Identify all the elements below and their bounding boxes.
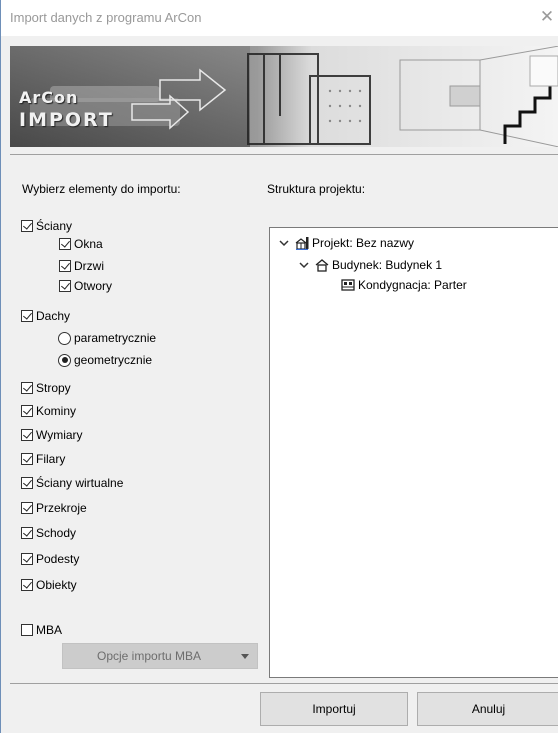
checkbox-objects[interactable]: Obiekty <box>21 578 77 592</box>
tree-node-project[interactable]: Projekt: Bez nazwy <box>279 236 414 250</box>
project-icon <box>295 237 309 250</box>
checkbox-windows-box[interactable] <box>59 238 71 250</box>
checkbox-landings-label: Podesty <box>36 552 80 566</box>
chevron-down-icon[interactable] <box>299 260 309 270</box>
checkbox-mba-box[interactable] <box>21 624 33 636</box>
radio-parametric-circle[interactable] <box>58 331 71 345</box>
checkbox-walls-box[interactable] <box>21 220 33 232</box>
arcon-banner-image: ArCon IMPORT <box>10 46 558 147</box>
checkbox-openings-box[interactable] <box>59 280 71 292</box>
right-panel-heading: Struktura projektu: <box>267 182 366 196</box>
logo-line-import: IMPORT <box>19 109 114 131</box>
left-panel-heading: Wybierz elementy do importu: <box>22 182 181 196</box>
chevron-down-icon[interactable] <box>279 238 289 248</box>
checkbox-objects-box[interactable] <box>21 579 33 591</box>
checkbox-dimensions[interactable]: Wymiary <box>21 428 83 442</box>
tree-node-floor-label: Kondygnacja: Parter <box>358 278 467 292</box>
checkbox-chimneys[interactable]: Kominy <box>21 404 76 418</box>
checkbox-sections-box[interactable] <box>21 502 33 514</box>
checkbox-pillars-box[interactable] <box>21 453 33 465</box>
chevron-down-icon <box>241 654 249 659</box>
checkbox-windows[interactable]: Okna <box>59 237 103 251</box>
checkbox-mba[interactable]: MBA <box>21 623 62 637</box>
logo-line-arcon: ArCon <box>19 88 79 107</box>
title-bar: Import danych z programu ArCon ✕ <box>1 0 558 36</box>
checkbox-sections-label: Przekroje <box>36 501 87 515</box>
checkbox-virtual-walls[interactable]: Ściany wirtualne <box>21 476 123 490</box>
checkbox-ceilings[interactable]: Stropy <box>21 381 71 395</box>
mba-options-dropdown[interactable]: Opcje importu MBA <box>62 643 258 669</box>
tree-node-project-label: Projekt: Bez nazwy <box>312 236 415 250</box>
checkbox-landings[interactable]: Podesty <box>21 552 79 566</box>
tree-node-building[interactable]: Budynek: Budynek 1 <box>299 258 442 272</box>
checkbox-openings-label: Otwory <box>74 279 113 293</box>
building-icon <box>315 259 329 272</box>
radio-parametric-label: parametrycznie <box>74 331 157 345</box>
arcon-import-logo: ArCon IMPORT <box>19 88 114 131</box>
import-dialog: Import danych z programu ArCon ✕ ArCon I… <box>0 0 558 733</box>
checkbox-walls-label: Ściany <box>36 219 73 233</box>
checkbox-objects-label: Obiekty <box>36 578 77 592</box>
project-structure-tree[interactable]: Projekt: Bez nazwy Budynek: Budynek 1 Ko… <box>269 227 558 678</box>
close-icon[interactable]: ✕ <box>537 7 557 27</box>
checkbox-pillars-label: Filary <box>36 452 66 466</box>
checkbox-landings-box[interactable] <box>21 553 33 565</box>
import-button[interactable]: Importuj <box>260 692 408 726</box>
checkbox-virtual-walls-label: Ściany wirtualne <box>36 476 124 490</box>
window-title: Import danych z programu ArCon <box>10 10 202 25</box>
checkbox-mba-label: MBA <box>36 623 63 637</box>
checkbox-roofs[interactable]: Dachy <box>21 309 70 323</box>
cancel-button[interactable]: Anuluj <box>417 692 558 726</box>
checkbox-stairs-box[interactable] <box>21 527 33 539</box>
checkbox-virtual-walls-box[interactable] <box>21 477 33 489</box>
checkbox-roofs-label: Dachy <box>36 309 71 323</box>
radio-parametric[interactable]: parametrycznie <box>58 331 156 345</box>
checkbox-ceilings-box[interactable] <box>21 382 33 394</box>
radio-geometric-label: geometrycznie <box>74 353 153 367</box>
checkbox-doors-box[interactable] <box>59 260 71 272</box>
checkbox-ceilings-label: Stropy <box>36 381 71 395</box>
checkbox-openings[interactable]: Otwory <box>59 279 112 293</box>
checkbox-chimneys-label: Kominy <box>36 404 77 418</box>
checkbox-windows-label: Okna <box>74 237 103 251</box>
checkbox-chimneys-box[interactable] <box>21 405 33 417</box>
tree-node-building-label: Budynek: Budynek 1 <box>332 258 443 272</box>
radio-geometric[interactable]: geometrycznie <box>58 353 152 367</box>
checkbox-stairs-label: Schody <box>36 526 77 540</box>
checkbox-roofs-box[interactable] <box>21 310 33 322</box>
floor-icon <box>341 279 355 291</box>
checkbox-dimensions-box[interactable] <box>21 429 33 441</box>
checkbox-walls[interactable]: Ściany <box>21 219 72 233</box>
checkbox-doors-label: Drzwi <box>74 259 104 273</box>
checkbox-stairs[interactable]: Schody <box>21 526 76 540</box>
checkbox-doors[interactable]: Drzwi <box>59 259 104 273</box>
footer-separator <box>10 683 558 684</box>
checkbox-sections[interactable]: Przekroje <box>21 501 87 515</box>
radio-geometric-circle[interactable] <box>58 353 71 367</box>
mba-options-label: Opcje importu MBA <box>97 649 202 663</box>
header-separator <box>10 154 558 155</box>
tree-node-floor[interactable]: Kondygnacja: Parter <box>341 278 467 292</box>
checkbox-dimensions-label: Wymiary <box>36 428 83 442</box>
checkbox-pillars[interactable]: Filary <box>21 452 65 466</box>
